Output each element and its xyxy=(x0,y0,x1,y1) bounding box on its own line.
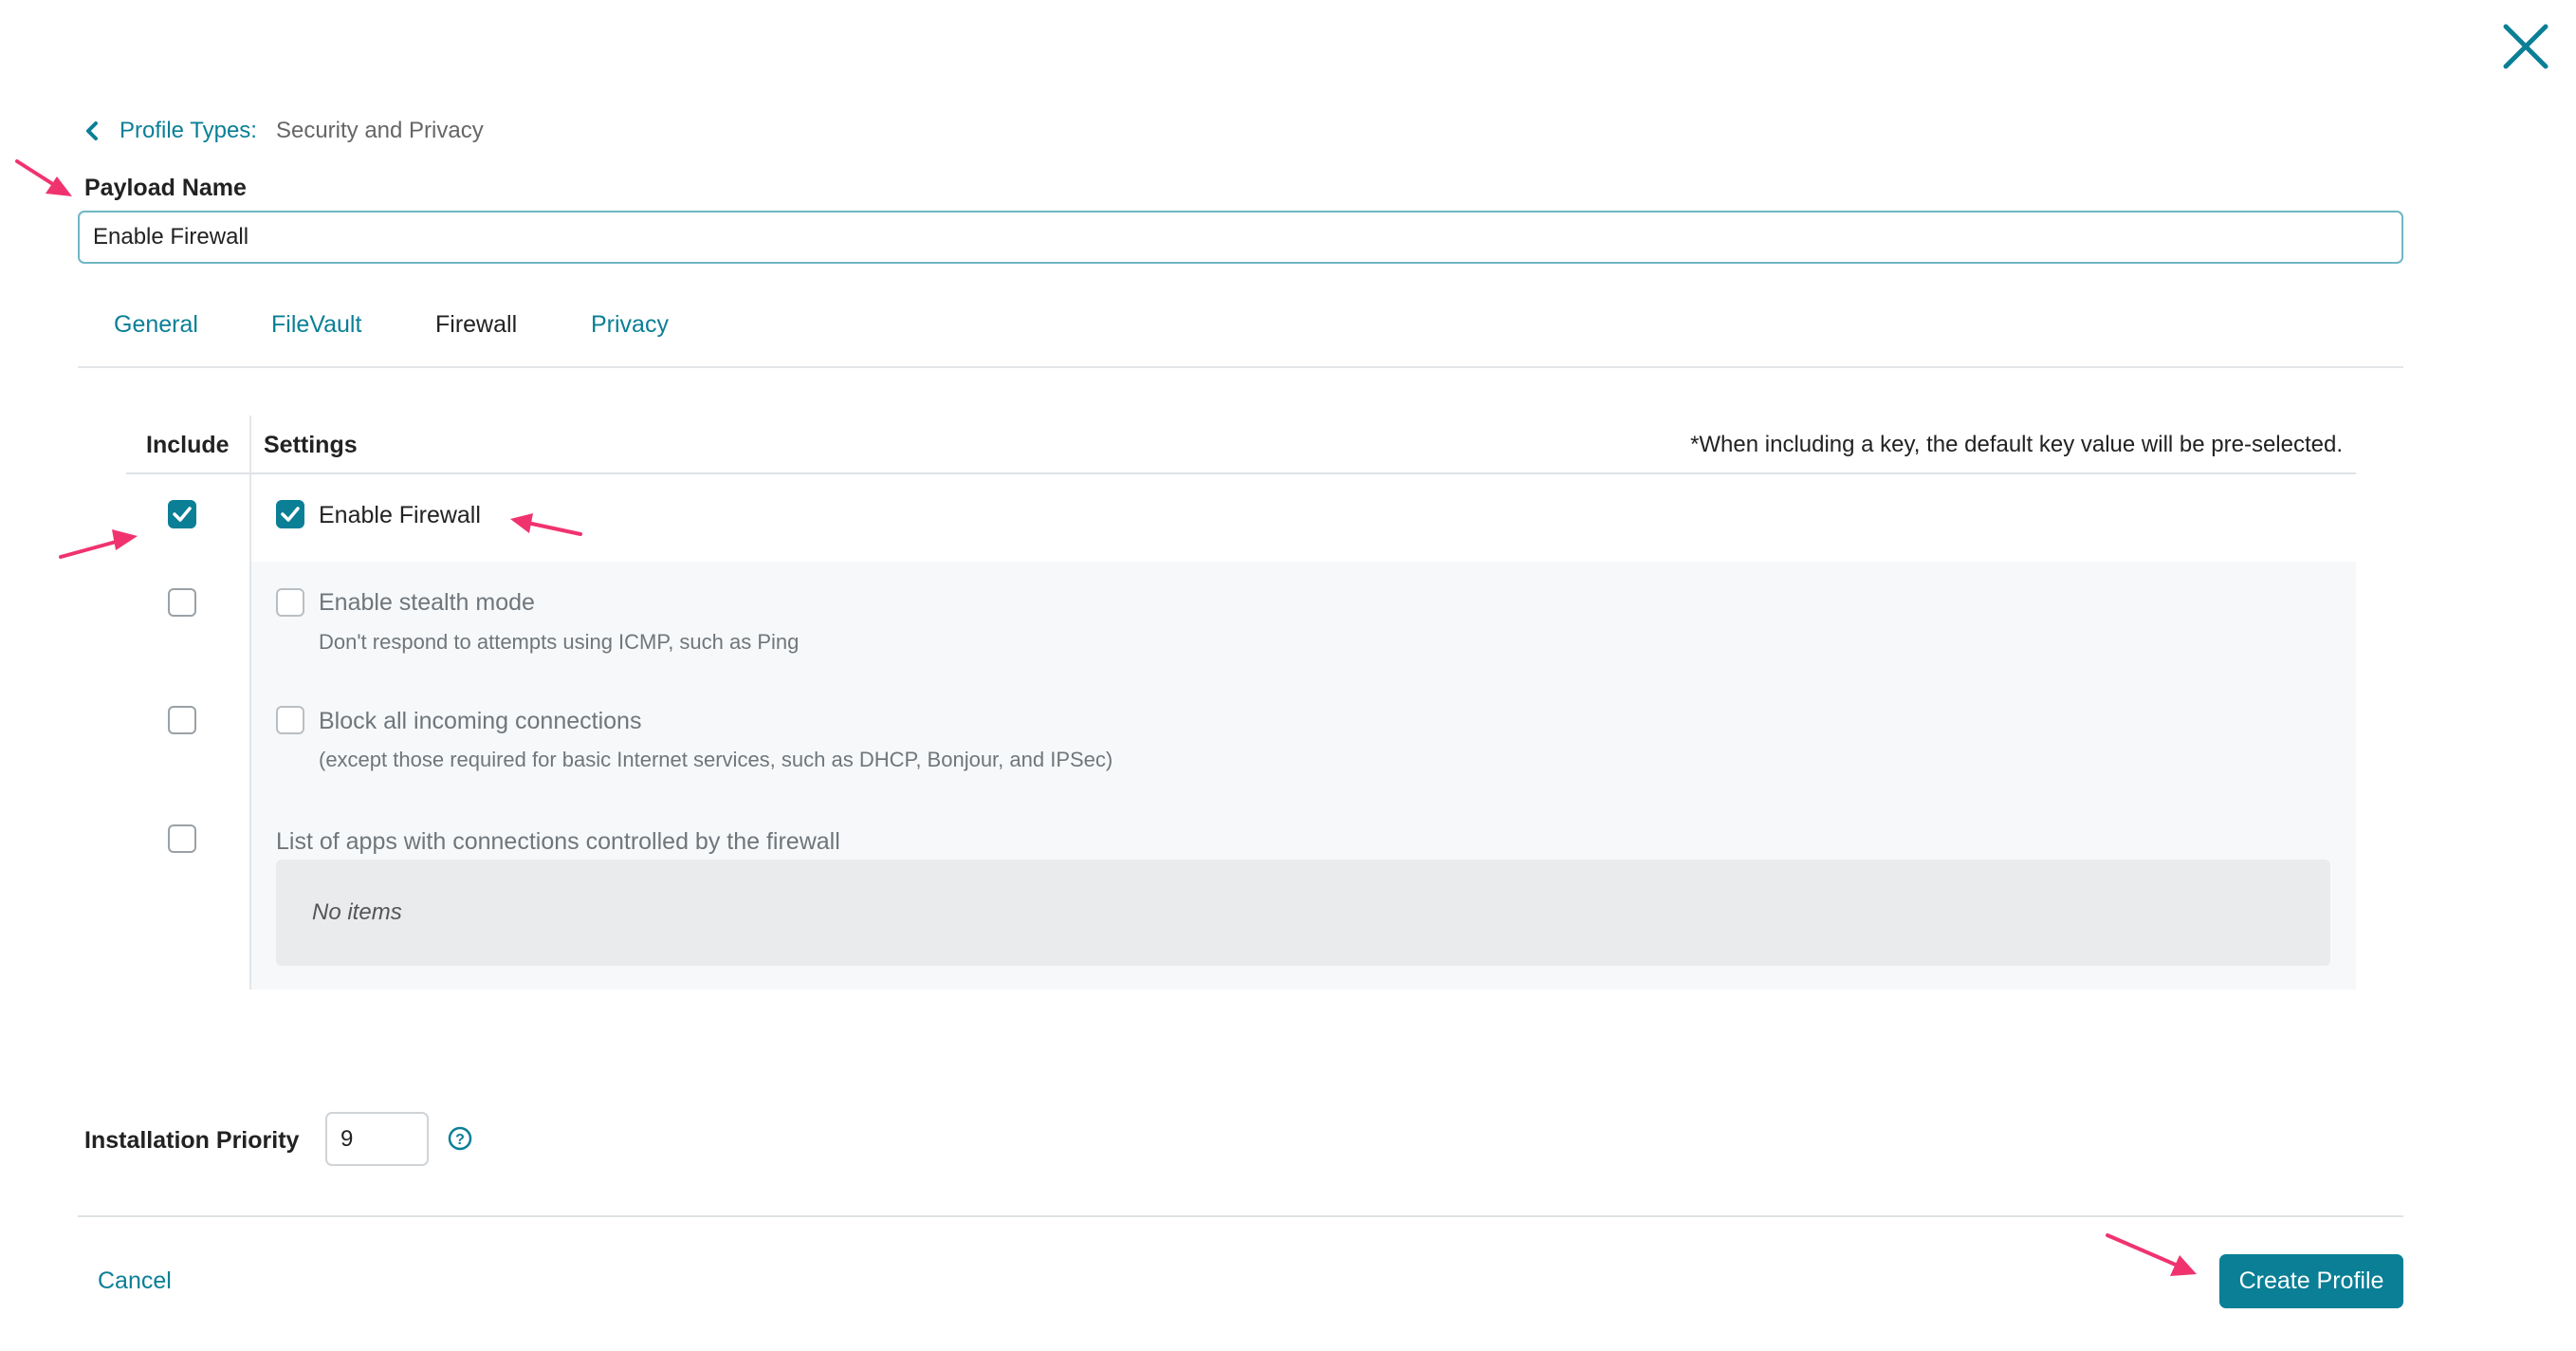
include-checkbox-app-list[interactable] xyxy=(168,824,196,853)
stealth-mode-description: Don't respond to attempts using ICMP, su… xyxy=(319,630,800,654)
no-items-text: No items xyxy=(312,899,402,925)
annotation-arrow xyxy=(510,513,582,536)
tab-firewall[interactable]: Firewall xyxy=(435,311,517,339)
annotation-arrow xyxy=(2106,1233,2197,1276)
include-checkbox-stealth-mode[interactable] xyxy=(168,588,196,617)
svg-text:?: ? xyxy=(455,1132,465,1148)
enable-firewall-checkbox[interactable] xyxy=(276,500,304,528)
checkmark-icon xyxy=(173,507,192,522)
stealth-mode-checkbox[interactable] xyxy=(276,588,304,617)
chevron-left-icon[interactable] xyxy=(83,120,102,141)
block-incoming-description: (except those required for basic Interne… xyxy=(319,748,1113,771)
include-checkbox-block-incoming[interactable] xyxy=(168,706,196,734)
help-icon[interactable]: ? xyxy=(448,1126,472,1151)
close-icon xyxy=(2503,24,2548,69)
default-key-note: *When including a key, the default key v… xyxy=(1690,432,2343,457)
tab-bar: General FileVault Firewall Privacy xyxy=(78,302,2403,368)
payload-name-label: Payload Name xyxy=(84,175,247,201)
checkmark-icon xyxy=(281,507,300,522)
block-incoming-label: Block all incoming connections xyxy=(319,708,642,734)
app-list-empty: No items xyxy=(276,860,2330,966)
cancel-button[interactable]: Cancel xyxy=(98,1268,172,1295)
breadcrumb-current: Security and Privacy xyxy=(275,118,484,143)
installation-priority-input[interactable] xyxy=(325,1112,429,1166)
installation-priority-label: Installation Priority xyxy=(84,1127,300,1154)
footer-divider xyxy=(78,1215,2403,1217)
annotation-arrow xyxy=(59,529,138,559)
tab-general[interactable]: General xyxy=(114,311,198,339)
tab-privacy[interactable]: Privacy xyxy=(591,311,669,339)
include-header: Include xyxy=(146,432,230,458)
stealth-mode-label: Enable stealth mode xyxy=(319,589,535,616)
create-profile-button[interactable]: Create Profile xyxy=(2219,1254,2403,1308)
tab-filevault[interactable]: FileVault xyxy=(271,311,361,339)
enable-firewall-label: Enable Firewall xyxy=(319,502,481,528)
payload-name-input[interactable] xyxy=(78,211,2403,264)
breadcrumb: Profile Types: Security and Privacy xyxy=(83,118,484,144)
settings-header: Settings xyxy=(264,432,358,458)
app-list-label: List of apps with connections controlled… xyxy=(276,828,840,855)
column-divider xyxy=(249,416,251,990)
table-header-divider xyxy=(126,472,2356,474)
block-incoming-checkbox[interactable] xyxy=(276,706,304,734)
annotation-arrow xyxy=(15,159,72,196)
close-button[interactable] xyxy=(2500,21,2551,72)
include-checkbox-enable-firewall[interactable] xyxy=(168,500,196,528)
breadcrumb-link-profile-types[interactable]: Profile Types: xyxy=(120,118,257,144)
